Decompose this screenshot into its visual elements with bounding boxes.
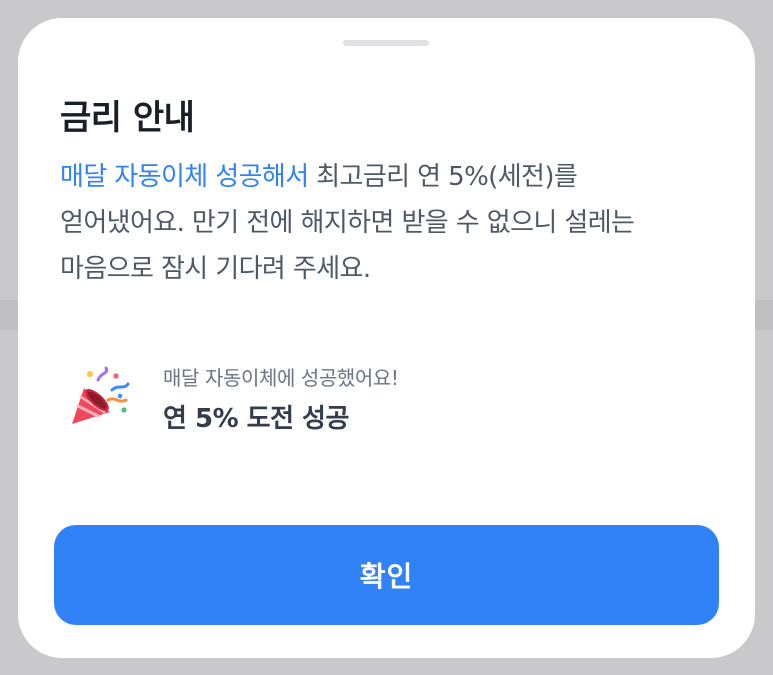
- achievement-subtitle: 매달 자동이체에 성공했어요!: [163, 366, 399, 390]
- achievement-card: 매달 자동이체에 성공했어요! 연 5% 도전 성공: [68, 358, 708, 438]
- description-line1-rest: 최고금리 연 5%(세전)를: [308, 162, 578, 192]
- dialog-title: 금리 안내: [60, 98, 195, 138]
- description-line3: 마음으로 잠시 기다려 주세요.: [60, 254, 371, 284]
- drag-handle[interactable]: [343, 40, 429, 46]
- achievement-headline: 연 5% 도전 성공: [163, 404, 349, 434]
- description-line2: 얻어냈어요. 만기 전에 해지하면 받을 수 없으니 설레는: [60, 208, 635, 238]
- party-popper-icon: [68, 366, 132, 430]
- confirm-button[interactable]: 확인: [54, 525, 719, 625]
- dialog-description: 매달 자동이체 성공해서 최고금리 연 5%(세전)를얻어냈어요. 만기 전에 …: [60, 154, 720, 292]
- description-highlight: 매달 자동이체 성공해서: [60, 162, 309, 192]
- bottom-sheet-dialog: 금리 안내 매달 자동이체 성공해서 최고금리 연 5%(세전)를얻어냈어요. …: [18, 18, 755, 658]
